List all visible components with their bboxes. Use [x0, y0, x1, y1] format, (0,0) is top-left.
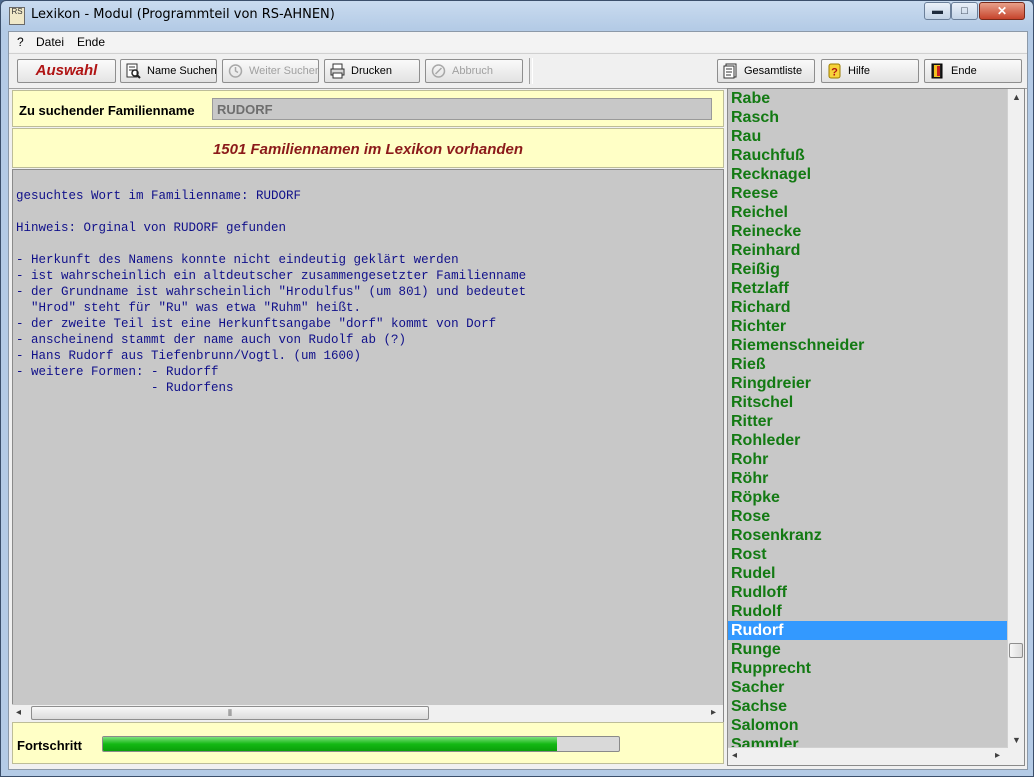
help-icon: ?	[827, 63, 842, 79]
name-list-item[interactable]: Retzlaff	[728, 279, 1008, 298]
name-list[interactable]: Rabe Rasch Rau Rauchfuß Recknagel Reese Reiche…	[728, 89, 1008, 749]
name-list-item[interactable]: Rudloff	[728, 583, 1008, 602]
list-scroll-left-arrow-icon[interactable]: ◂	[732, 750, 737, 761]
gesamtliste-label: Gesamtliste	[744, 65, 803, 77]
name-list-item[interactable]: Ritter	[728, 412, 1008, 431]
hilfe-button[interactable]: ? Hilfe	[821, 59, 919, 83]
name-list-item[interactable]: Reißig	[728, 260, 1008, 279]
auswahl-label: Auswahl	[35, 62, 98, 79]
toolbar: Auswahl Name Suchen Weiter Suchen Drucke…	[9, 53, 1027, 89]
auswahl-button[interactable]: Auswahl	[17, 59, 116, 83]
result-text: gesuchtes Wort im Familienname: RUDORF H…	[16, 189, 527, 395]
abbruch-button[interactable]: Abbruch	[425, 59, 523, 83]
scroll-left-arrow-icon[interactable]: ◂	[16, 707, 21, 718]
progress-bar	[102, 736, 620, 752]
drucken-button[interactable]: Drucken	[324, 59, 420, 83]
name-list-item[interactable]: Ritschel	[728, 393, 1008, 412]
name-list-item[interactable]: Rohr	[728, 450, 1008, 469]
window-title: Lexikon - Modul (Programmteil von RS-AHN…	[31, 7, 335, 22]
name-list-item[interactable]: Rau	[728, 127, 1008, 146]
name-list-item[interactable]: Sachse	[728, 697, 1008, 716]
name-suchen-label: Name Suchen	[147, 65, 217, 77]
menu-datei[interactable]: Datei	[36, 35, 64, 49]
close-button[interactable]: ✕	[979, 2, 1025, 20]
name-list-item[interactable]: Rudel	[728, 564, 1008, 583]
name-list-item[interactable]: Rabe	[728, 89, 1008, 108]
client-area: ? Datei Ende Auswahl Name Suchen Weiter …	[8, 31, 1028, 770]
scroll-up-arrow-icon[interactable]: ▲	[1012, 92, 1021, 102]
toolbar-separator	[529, 58, 533, 84]
app-icon[interactable]: RS	[9, 7, 25, 25]
menu-bar: ? Datei Ende	[9, 32, 1027, 52]
name-list-item[interactable]: Runge	[728, 640, 1008, 659]
ende-button[interactable]: Ende	[924, 59, 1022, 83]
app-window: RS Lexikon - Modul (Programmteil von RS-…	[0, 0, 1034, 777]
name-list-item[interactable]: Rudolf	[728, 602, 1008, 621]
result-horizontal-scrollbar[interactable]: ◂ ⦀ ▸	[12, 704, 723, 722]
name-list-item[interactable]: Rosenkranz	[728, 526, 1008, 545]
name-list-item[interactable]: Salomon	[728, 716, 1008, 735]
name-count-text: 1501 Familiennamen im Lexikon vorhanden	[212, 141, 524, 158]
name-list-item[interactable]: Rohleder	[728, 431, 1008, 450]
progress-fill	[103, 737, 558, 751]
ende-label: Ende	[951, 65, 977, 77]
progress-label: Fortschritt	[17, 738, 82, 753]
stop-icon	[431, 63, 446, 79]
family-name-input[interactable]: RUDORF	[212, 98, 712, 120]
document-search-icon	[126, 63, 141, 79]
weiter-suchen-label: Weiter Suchen	[249, 65, 319, 77]
name-list-item[interactable]: Rudorf	[728, 621, 1008, 640]
svg-text:?: ?	[831, 67, 838, 79]
scrollbar-corner	[1007, 748, 1024, 765]
menu-ende[interactable]: Ende	[77, 35, 105, 49]
scroll-right-arrow-icon[interactable]: ▸	[711, 707, 716, 718]
name-list-horizontal-scrollbar[interactable]: ◂ ▸	[728, 747, 1008, 765]
gesamtliste-button[interactable]: Gesamtliste	[717, 59, 815, 83]
name-list-item[interactable]: Richter	[728, 317, 1008, 336]
list-document-icon	[723, 63, 738, 79]
result-text-area[interactable]: gesuchtes Wort im Familienname: RUDORF H…	[12, 169, 724, 722]
search-row: Zu suchender Familienname RUDORF	[12, 90, 724, 127]
search-label: Zu suchender Familienname	[19, 103, 195, 118]
name-list-item[interactable]: Rauchfuß	[728, 146, 1008, 165]
name-list-item[interactable]: Reinhard	[728, 241, 1008, 260]
name-list-scroll-thumb[interactable]	[1009, 643, 1023, 658]
progress-row: Fortschritt	[12, 722, 724, 764]
maximize-button[interactable]: □	[951, 2, 978, 20]
name-count-bar: 1501 Familiennamen im Lexikon vorhanden	[12, 128, 724, 168]
name-list-item[interactable]: Rasch	[728, 108, 1008, 127]
name-list-item[interactable]: Ringdreier	[728, 374, 1008, 393]
name-list-item[interactable]: Rupprecht	[728, 659, 1008, 678]
name-list-item[interactable]: Reinecke	[728, 222, 1008, 241]
refresh-icon	[228, 63, 243, 79]
name-list-vertical-scrollbar[interactable]: ▲ ▼	[1007, 89, 1024, 749]
name-list-item[interactable]: Reese	[728, 184, 1008, 203]
name-list-item[interactable]: Rost	[728, 545, 1008, 564]
weiter-suchen-button[interactable]: Weiter Suchen	[222, 59, 319, 83]
name-list-item[interactable]: Recknagel	[728, 165, 1008, 184]
name-list-item[interactable]: Reichel	[728, 203, 1008, 222]
name-list-item[interactable]: Rose	[728, 507, 1008, 526]
title-bar[interactable]: RS Lexikon - Modul (Programmteil von RS-…	[1, 1, 1033, 29]
name-list-item[interactable]: Richard	[728, 298, 1008, 317]
exit-door-icon	[930, 63, 945, 79]
name-list-panel: Rabe Rasch Rau Rauchfuß Recknagel Reese Reiche…	[727, 88, 1025, 766]
printer-icon	[330, 63, 345, 79]
abbruch-label: Abbruch	[452, 65, 493, 77]
name-list-item[interactable]: Röhr	[728, 469, 1008, 488]
menu-help[interactable]: ?	[17, 35, 24, 49]
name-list-item[interactable]: Rieß	[728, 355, 1008, 374]
scrollbar-thumb[interactable]: ⦀	[31, 706, 429, 720]
name-list-item[interactable]: Riemenschneider	[728, 336, 1008, 355]
scroll-down-arrow-icon[interactable]: ▼	[1012, 735, 1021, 745]
name-list-item[interactable]: Sacher	[728, 678, 1008, 697]
hilfe-label: Hilfe	[848, 65, 871, 77]
minimize-button[interactable]: ▬	[924, 2, 951, 20]
name-suchen-button[interactable]: Name Suchen	[120, 59, 217, 83]
list-scroll-right-arrow-icon[interactable]: ▸	[995, 750, 1000, 761]
name-list-item[interactable]: Röpke	[728, 488, 1008, 507]
drucken-label: Drucken	[351, 65, 392, 77]
